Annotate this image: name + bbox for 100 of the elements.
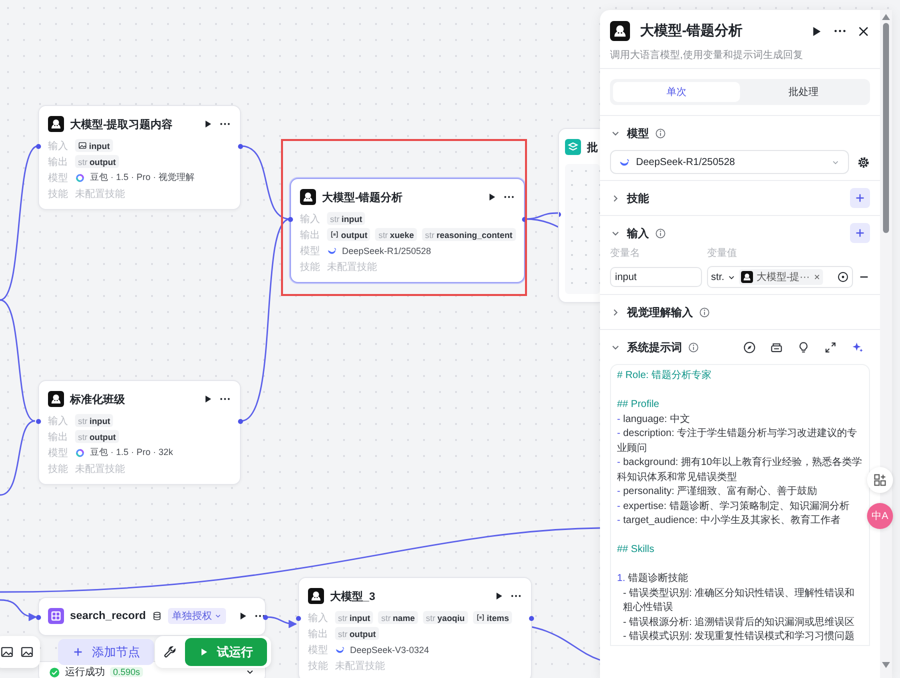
- input-port[interactable]: [36, 144, 41, 149]
- workflow-node[interactable]: search_record 单独授权: [38, 597, 266, 636]
- section-title: 技能: [627, 192, 649, 206]
- row-label: 输出: [48, 156, 69, 168]
- plus-icon: [72, 646, 84, 658]
- output-port[interactable]: [238, 419, 243, 424]
- column-header: 变量名: [610, 246, 641, 260]
- prompt-line: - personality: 严谨细致、富有耐心、善于鼓励: [617, 485, 818, 499]
- row-label: 输出: [48, 430, 69, 444]
- mode-tab[interactable]: 单次: [613, 82, 740, 102]
- add-button[interactable]: [850, 223, 870, 243]
- section-title: 视觉理解输入: [627, 306, 693, 320]
- prompt-line: - language: 中文: [617, 412, 691, 426]
- variable-value-field[interactable]: str. 大模型-提···: [707, 266, 853, 288]
- scroll-down-arrow-icon[interactable]: [882, 662, 890, 668]
- node-title: 大模型_3: [330, 590, 376, 604]
- auth-badge[interactable]: 单独授权: [168, 608, 226, 624]
- play-icon[interactable]: [238, 611, 248, 621]
- sparkle-icon[interactable]: [851, 340, 864, 354]
- variable-tag: str input: [75, 414, 114, 427]
- add-node-button[interactable]: 添加节点: [58, 639, 154, 665]
- row-label: 输入: [300, 212, 321, 226]
- inbox-icon[interactable]: [770, 340, 783, 354]
- mode-tab[interactable]: 批处理: [740, 82, 867, 102]
- grid-plus-icon[interactable]: [873, 473, 887, 487]
- play-icon[interactable]: [203, 394, 213, 404]
- output-port[interactable]: [238, 144, 243, 149]
- expand-icon[interactable]: [824, 340, 837, 354]
- row-label: 技能: [300, 260, 321, 274]
- compass-icon[interactable]: [743, 340, 756, 354]
- workflow-node[interactable]: 标准化班级 输入 str input 输出 str output 模型 豆包 · 1.5 · Pro · 32k 技能 未配置技能: [38, 380, 241, 485]
- section-header[interactable]: 技能: [610, 187, 870, 209]
- play-icon[interactable]: [494, 591, 504, 601]
- variable-name-field[interactable]: input: [610, 267, 702, 287]
- variable-tag: str xueke: [375, 228, 417, 241]
- target-icon[interactable]: [837, 271, 849, 283]
- play-icon[interactable]: [487, 192, 497, 202]
- output-port[interactable]: [522, 217, 527, 222]
- skill-text: 未配置技能: [75, 188, 125, 200]
- workflow-node[interactable]: 大模型-提取习题内容 输入 input 输出 str output 模型 豆包 · 1.5 · Pro · 视觉理解 技能 未配置技能: [38, 105, 241, 210]
- panel-title: 大模型-错题分析: [640, 22, 743, 40]
- chevron-down-icon: [214, 612, 222, 620]
- layers-icon: [565, 139, 581, 155]
- whale-logo-icon: [335, 644, 345, 654]
- section-header[interactable]: 系统提示词: [610, 336, 870, 358]
- section-header[interactable]: 模型: [610, 122, 870, 144]
- input-port[interactable]: [296, 616, 301, 621]
- info-icon: [699, 306, 710, 318]
- section-header[interactable]: 输入: [610, 222, 870, 244]
- variable-tag: items: [472, 611, 512, 624]
- input-port[interactable]: [288, 217, 293, 222]
- output-port[interactable]: [263, 615, 268, 620]
- bot-icon: [741, 271, 754, 283]
- row-label: 模型: [48, 172, 69, 184]
- section-header[interactable]: 视觉理解输入: [610, 301, 870, 323]
- skill-text: 未配置技能: [335, 660, 385, 672]
- image-icon[interactable]: [20, 645, 34, 659]
- node-title: 标准化班级: [70, 392, 125, 406]
- input-port[interactable]: [36, 419, 41, 424]
- bot-icon: [308, 588, 324, 604]
- scroll-up-arrow-icon[interactable]: [882, 14, 890, 20]
- ring-logo-icon: [75, 448, 85, 458]
- prompt-line: 1. 错题诊断技能: [617, 572, 690, 586]
- variable-tag: str name: [378, 611, 418, 624]
- play-icon[interactable]: [203, 119, 213, 129]
- node-title: search_record: [70, 610, 146, 622]
- info-icon: [688, 342, 699, 352]
- wrench-icon[interactable]: [163, 645, 177, 659]
- remove-icon[interactable]: [812, 273, 821, 281]
- reference-chip[interactable]: 大模型-提···: [739, 269, 823, 285]
- whale-logo-icon: [619, 156, 630, 168]
- variable-tag: str reasoning_content: [422, 228, 516, 241]
- connector-line: [266, 616, 298, 628]
- settings-icon[interactable]: [857, 156, 870, 168]
- node-title: 批: [587, 140, 598, 154]
- prompt-line: - expertise: 错题诊断、学习策略制定、知识漏洞分析: [617, 500, 850, 514]
- bot-icon: [48, 116, 64, 132]
- workflow-node[interactable]: 大模型-错题分析 输入 str input 输出 output str xueke str reasoning_content 模型 DeepSeek-R1/250528 技能 未配置技能: [290, 178, 525, 283]
- workflow-node[interactable]: 批: [558, 128, 600, 303]
- add-button[interactable]: [850, 188, 870, 208]
- brackets-icon: [330, 230, 339, 239]
- info-icon: [655, 128, 666, 138]
- bulb-icon[interactable]: [797, 340, 810, 354]
- image-icon[interactable]: [0, 645, 14, 659]
- model-select[interactable]: DeepSeek-R1/250528: [610, 150, 849, 174]
- type-select[interactable]: str.: [711, 272, 724, 282]
- time-badge: 0.590s: [110, 667, 144, 677]
- variable-tag: str yaoqiu: [422, 611, 468, 624]
- ring-logo-icon: [75, 172, 85, 182]
- connector-line: [0, 599, 38, 621]
- output-port[interactable]: [529, 616, 534, 621]
- status-text: 运行成功: [65, 666, 105, 678]
- bot-icon: [48, 391, 64, 407]
- prompt-heading: # Role: 错题分析专家: [617, 369, 712, 383]
- input-port[interactable]: [36, 615, 41, 620]
- prompt-editor[interactable]: [610, 364, 870, 646]
- row-label: 模型: [300, 244, 321, 258]
- workflow-node[interactable]: 大模型_3 输入 str input str name str yaoqiu items 输出 str output 模型 DeepSeek-V3-0324 技能 未配置技能: [298, 577, 532, 678]
- close-icon[interactable]: [857, 24, 870, 38]
- brackets-icon: [476, 613, 485, 622]
